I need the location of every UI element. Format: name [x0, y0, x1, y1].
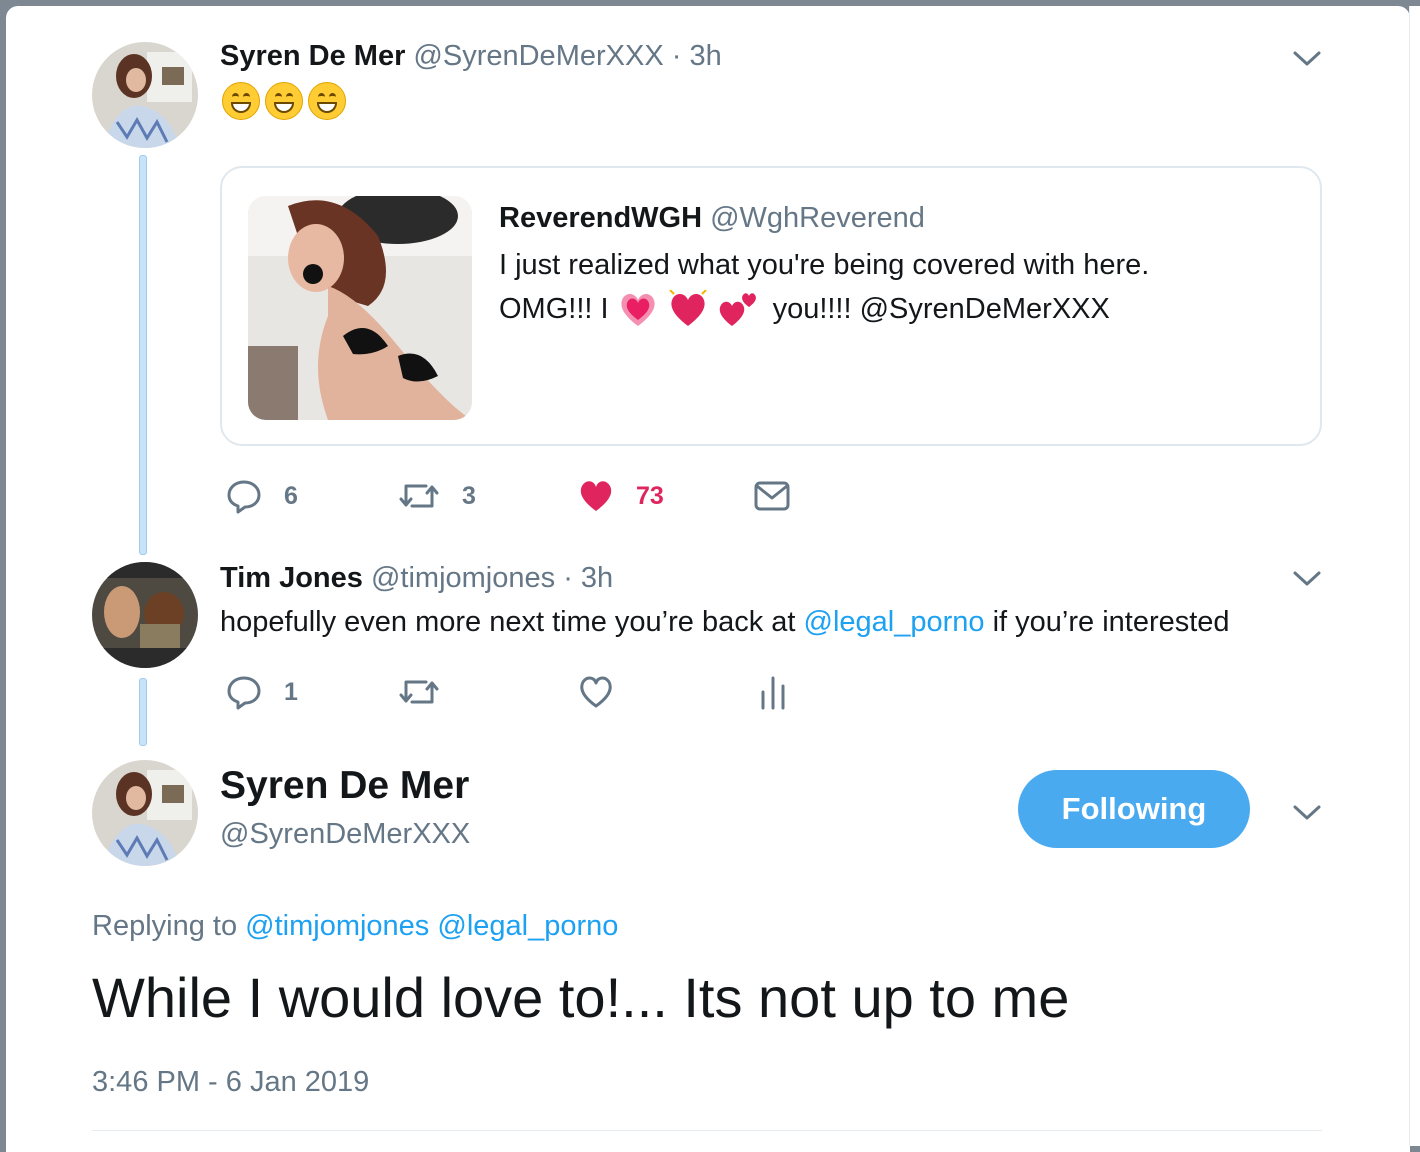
- main-author-handle[interactable]: @SyrenDeMerXXX: [220, 818, 470, 851]
- retweet-icon: [399, 680, 439, 704]
- tweet1-retweet-count: 3: [462, 481, 476, 510]
- avatar-syren[interactable]: [92, 42, 198, 148]
- analytics-icon: [761, 676, 785, 710]
- replying-to-line: Replying to @timjomjones @legal_porno: [92, 910, 618, 943]
- tweet2-header: Tim Jones @timjomjones · 3h: [220, 562, 613, 595]
- grin-emoji-icon: [222, 82, 260, 120]
- main-author-name[interactable]: Syren De Mer: [220, 764, 469, 808]
- divider: [92, 1130, 1322, 1131]
- tweet2-retweet-action[interactable]: [398, 674, 440, 710]
- quoted-author-name: ReverendWGH: [499, 202, 703, 234]
- replying-to-label: Replying to: [92, 910, 238, 942]
- chevron-down-icon[interactable]: [1292, 570, 1322, 588]
- tweet1-time[interactable]: 3h: [689, 40, 721, 72]
- quoted-line2-suffix: you!!!! @SyrenDeMerXXX: [772, 292, 1110, 325]
- tweet2-mention-link[interactable]: @legal_porno: [804, 606, 985, 638]
- quoted-line2-prefix: OMG!!! I: [499, 292, 609, 325]
- tweet2-text: hopefully even more next time you’re bac…: [220, 606, 1230, 639]
- tweet1-dm-action[interactable]: [754, 480, 790, 512]
- two-hearts-icon: [719, 293, 756, 326]
- quoted-tweet-line1: I just realized what you're being covere…: [499, 249, 1150, 281]
- heart-outline-icon: [580, 676, 612, 708]
- background-sidebar-edge: [1409, 6, 1420, 1146]
- tweet2-text-prefix: hopefully even more next time you’re bac…: [220, 606, 796, 638]
- retweet-icon: [399, 484, 439, 508]
- thread-connector: [139, 155, 147, 555]
- tweet2-time[interactable]: 3h: [581, 562, 613, 594]
- tweet2-reply-count: 1: [284, 677, 298, 706]
- tweet1-separator: ·: [671, 40, 682, 72]
- chevron-down-icon[interactable]: [1292, 50, 1322, 68]
- beating-heart-icon: [668, 290, 707, 326]
- thread-connector: [139, 678, 147, 746]
- main-tweet-text: While I would love to!... Its not up to …: [92, 966, 1070, 1029]
- replying-to-mention-1[interactable]: @timjomjones: [245, 910, 429, 942]
- heart-filled-icon: [580, 481, 612, 511]
- quoted-tweet-line2: OMG!!! I you!!!! @SyrenDeMerXXX: [499, 290, 1110, 328]
- replying-to-mention-2[interactable]: @legal_porno: [437, 910, 618, 942]
- quoted-tweet-image[interactable]: [248, 196, 472, 420]
- growing-heart-icon: [620, 294, 655, 326]
- tweet1-like-count: 73: [636, 481, 664, 510]
- tweet2-analytics-action[interactable]: [758, 674, 788, 710]
- grin-emoji-icon: [308, 82, 346, 120]
- tweet2-reply-action[interactable]: 1: [226, 674, 298, 710]
- following-button[interactable]: Following: [1018, 770, 1250, 848]
- tweet1-author-name[interactable]: Syren De Mer: [220, 40, 405, 72]
- reply-icon: [227, 480, 261, 514]
- chevron-down-icon[interactable]: [1292, 804, 1322, 822]
- avatar-tim-jones[interactable]: [92, 562, 198, 668]
- tweet1-retweet-action[interactable]: 3: [398, 478, 476, 514]
- main-tweet-timestamp[interactable]: 3:46 PM - 6 Jan 2019: [92, 1066, 369, 1099]
- quoted-tweet-header: ReverendWGH @WghReverend: [499, 202, 925, 235]
- tweet1-like-action[interactable]: 73: [578, 478, 664, 514]
- tweet1-reply-action[interactable]: 6: [226, 478, 298, 514]
- avatar-syren-main[interactable]: [92, 760, 198, 866]
- tweet2-handle[interactable]: @timjomjones: [371, 562, 555, 594]
- tweet1-handle[interactable]: @SyrenDeMerXXX: [413, 40, 663, 72]
- reply-icon: [227, 676, 261, 710]
- tweet2-text-suffix: if you’re interested: [992, 606, 1230, 638]
- envelope-icon: [754, 481, 790, 511]
- tweet1-emoji-row: [222, 82, 351, 120]
- quoted-author-handle: @WghReverend: [710, 202, 925, 234]
- grin-emoji-icon: [265, 82, 303, 120]
- tweet1-header: Syren De Mer @SyrenDeMerXXX · 3h: [220, 40, 722, 73]
- tweet2-like-action[interactable]: [578, 674, 614, 710]
- tweet1-reply-count: 6: [284, 481, 298, 510]
- tweet2-author-name[interactable]: Tim Jones: [220, 562, 363, 594]
- tweet2-separator: ·: [563, 562, 573, 594]
